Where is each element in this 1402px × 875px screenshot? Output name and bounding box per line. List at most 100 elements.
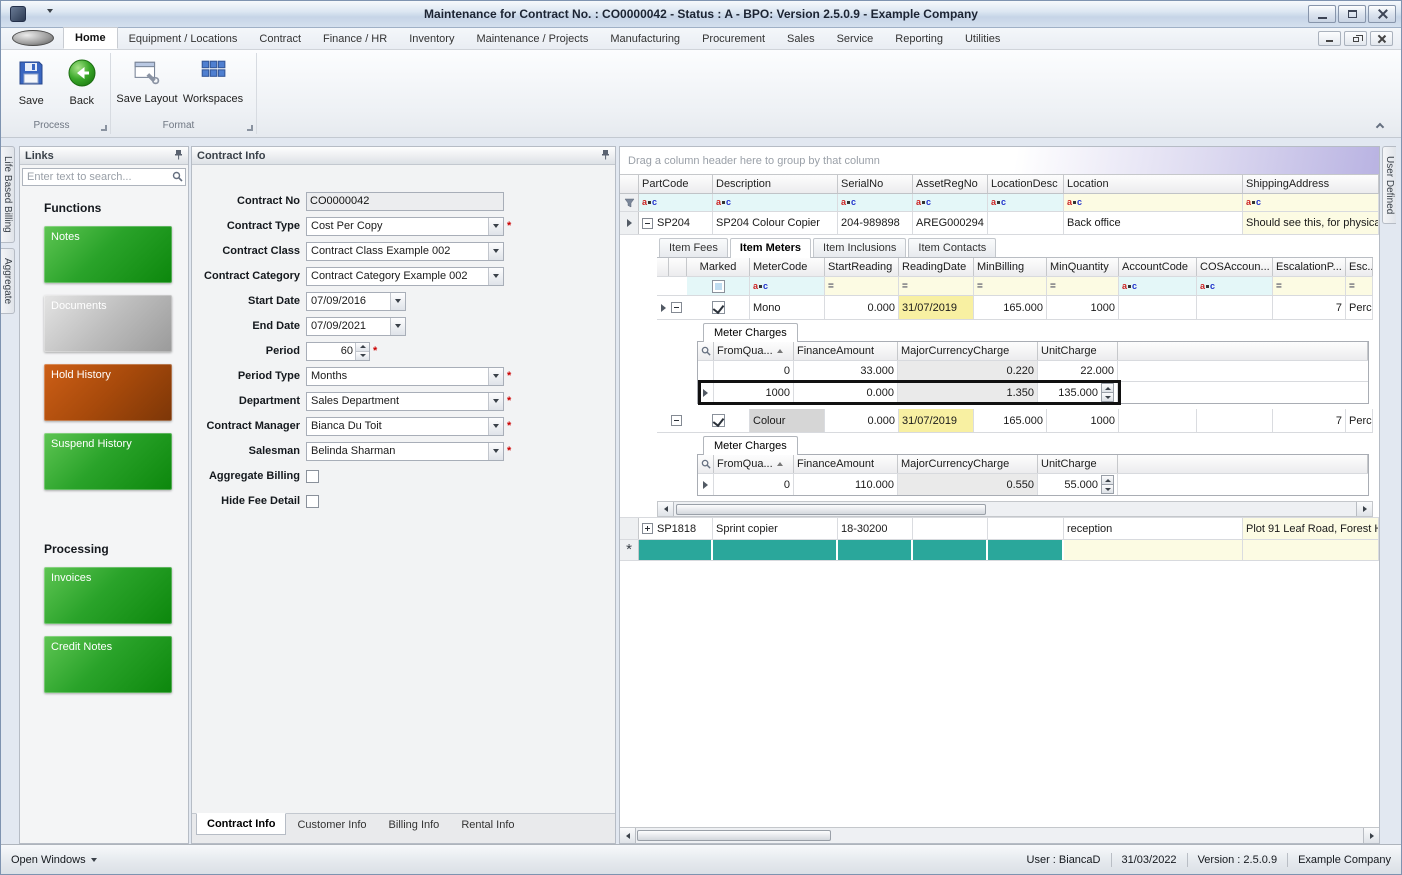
department-select[interactable]: Sales Department <box>306 392 504 411</box>
quick-access-dropdown-icon[interactable] <box>47 13 53 25</box>
dock-tab-life-based-billing[interactable]: Life Based Billing <box>1 146 15 243</box>
workspaces-button[interactable]: Workspaces <box>181 55 245 121</box>
column-header-description[interactable]: Description <box>713 175 838 193</box>
ribbon-tab-home[interactable]: Home <box>63 27 118 49</box>
charge-row[interactable]: 0 33.000 0.220 22.000 <box>698 361 1368 382</box>
cell-minquantity[interactable]: 1000 <box>1047 296 1119 319</box>
dock-tab-user-defined[interactable]: User Defined <box>1382 146 1396 224</box>
chevron-down-icon[interactable] <box>390 293 405 310</box>
tab-rental-info[interactable]: Rental Info <box>450 814 525 836</box>
collapse-row-icon[interactable] <box>642 218 653 229</box>
ribbon-tab-sales[interactable]: Sales <box>776 29 826 49</box>
cell-metercode[interactable]: Mono <box>750 296 825 319</box>
tab-item-contacts[interactable]: Item Contacts <box>908 238 996 257</box>
cell-locationdesc[interactable] <box>988 212 1064 234</box>
grid-row-sp204[interactable]: SP204 SP204 Colour Copier 204-989898 ARE… <box>620 212 1379 235</box>
cell-unitcharge[interactable]: 22.000 <box>1038 361 1118 381</box>
cell-esctype[interactable]: Perc <box>1346 296 1373 319</box>
dialog-launcher-icon[interactable] <box>101 125 107 131</box>
cell-assetregno[interactable]: AREG000294 <box>913 212 988 234</box>
bpo-logo[interactable] <box>12 30 54 46</box>
chevron-down-icon[interactable] <box>488 368 503 385</box>
charge-row-selected[interactable]: 1000 0.000 1.350 135.000 <box>698 382 1368 403</box>
column-header-financeamount[interactable]: FinanceAmount <box>794 455 898 473</box>
spin-down-icon[interactable] <box>1101 393 1114 402</box>
scroll-right-icon[interactable] <box>1356 502 1372 516</box>
cell-escalationp[interactable]: 7 <box>1273 409 1346 432</box>
period-type-select[interactable]: Months <box>306 367 504 386</box>
marked-filter-checkbox[interactable] <box>712 280 725 293</box>
collapse-row-icon[interactable] <box>669 296 687 319</box>
filter-cell-readingdate[interactable] <box>899 277 974 295</box>
charge-row[interactable]: 0 110.000 0.550 55.000 <box>698 474 1368 495</box>
cell-serialno[interactable]: 18-30200 <box>838 518 913 539</box>
spin-up-icon[interactable] <box>1101 475 1114 485</box>
chevron-down-icon[interactable] <box>488 218 503 235</box>
column-header-unitcharge[interactable]: UnitCharge <box>1038 342 1118 360</box>
ribbon-collapse-button[interactable] <box>1371 120 1389 133</box>
dock-tab-aggregate[interactable]: Aggregate <box>1 248 15 314</box>
expand-row-icon[interactable] <box>642 523 653 534</box>
column-header-minquantity[interactable]: MinQuantity <box>1047 258 1119 276</box>
tab-meter-charges[interactable]: Meter Charges <box>703 436 798 455</box>
column-header-readingdate[interactable]: ReadingDate <box>899 258 974 276</box>
filter-cell-metercode[interactable] <box>750 277 825 295</box>
cell-partcode[interactable]: SP204 <box>639 212 713 234</box>
column-header-serialno[interactable]: SerialNo <box>838 175 913 193</box>
cell-escalationp[interactable]: 7 <box>1273 296 1346 319</box>
grid-horizontal-scrollbar[interactable] <box>620 827 1379 843</box>
ribbon-tab-equipment-locations[interactable]: Equipment / Locations <box>118 29 249 49</box>
credit-notes-button[interactable]: Credit Notes <box>44 636 172 693</box>
new-cell-description[interactable] <box>713 540 838 560</box>
grid-new-row[interactable]: * <box>620 540 1379 561</box>
mdi-restore-button[interactable] <box>1344 31 1367 46</box>
cell-fromquantity[interactable]: 0 <box>714 361 794 381</box>
column-header-partcode[interactable]: PartCode <box>639 175 713 193</box>
column-header-accountcode[interactable]: AccountCode <box>1119 258 1197 276</box>
ribbon-tab-finance-hr[interactable]: Finance / HR <box>312 29 398 49</box>
minimize-button[interactable] <box>1308 5 1336 23</box>
ribbon-tab-utilities[interactable]: Utilities <box>954 29 1011 49</box>
grid-row-sp1818[interactable]: SP1818 Sprint copier 18-30200 reception … <box>620 517 1379 540</box>
cell-assetregno[interactable] <box>913 518 988 539</box>
filter-cell-escalationp[interactable] <box>1273 277 1346 295</box>
contract-manager-select[interactable]: Bianca Du Toit <box>306 417 504 436</box>
column-header-majorcurrencycharge[interactable]: MajorCurrencyCharge <box>898 455 1038 473</box>
filter-cell-minbilling[interactable] <box>974 277 1047 295</box>
search-icon[interactable] <box>698 342 714 360</box>
search-icon[interactable] <box>698 455 714 473</box>
column-header-esctype[interactable]: Esc... <box>1346 258 1373 276</box>
cell-accountcode[interactable] <box>1119 296 1197 319</box>
chevron-down-icon[interactable] <box>488 268 503 285</box>
open-windows-button[interactable]: Open Windows <box>11 854 97 866</box>
cell-majorcurrencycharge[interactable]: 1.350 <box>898 382 1038 403</box>
search-icon[interactable] <box>172 171 183 185</box>
ribbon-tab-service[interactable]: Service <box>826 29 885 49</box>
column-header-majorcurrencycharge[interactable]: MajorCurrencyCharge <box>898 342 1038 360</box>
mdi-close-button[interactable] <box>1370 31 1393 46</box>
save-layout-button[interactable]: Save Layout <box>115 55 179 121</box>
cell-location[interactable]: reception <box>1064 518 1243 539</box>
column-header-locationdesc[interactable]: LocationDesc <box>988 175 1064 193</box>
tab-billing-info[interactable]: Billing Info <box>378 814 451 836</box>
group-by-band[interactable]: Drag a column header here to group by th… <box>620 147 1379 175</box>
column-header-startreading[interactable]: StartReading <box>825 258 899 276</box>
cell-shippingaddress[interactable]: Plot 91 Leaf Road, Forest H <box>1243 518 1379 539</box>
value-spinner[interactable] <box>1101 475 1114 494</box>
column-header-shippingaddress[interactable]: ShippingAddress <box>1243 175 1379 193</box>
new-cell-partcode[interactable] <box>639 540 713 560</box>
ribbon-tab-reporting[interactable]: Reporting <box>884 29 954 49</box>
chevron-down-icon[interactable] <box>488 393 503 410</box>
spin-up-icon[interactable] <box>1101 383 1114 393</box>
spin-down-icon[interactable] <box>355 351 369 360</box>
cell-location[interactable]: Back office <box>1064 212 1243 234</box>
cell-locationdesc[interactable] <box>988 518 1064 539</box>
column-header-location[interactable]: Location <box>1064 175 1243 193</box>
meter-row-colour[interactable]: Colour 0.000 31/07/2019 165.000 1000 7 P… <box>657 409 1373 433</box>
cell-cosaccount[interactable] <box>1197 296 1273 319</box>
filter-funnel-icon[interactable] <box>620 194 639 211</box>
cell-cosaccount[interactable] <box>1197 409 1273 432</box>
suspend-history-button[interactable]: Suspend History <box>44 433 172 490</box>
cell-fromquantity[interactable]: 0 <box>714 474 794 495</box>
start-date-picker[interactable]: 07/09/2016 <box>306 292 406 311</box>
